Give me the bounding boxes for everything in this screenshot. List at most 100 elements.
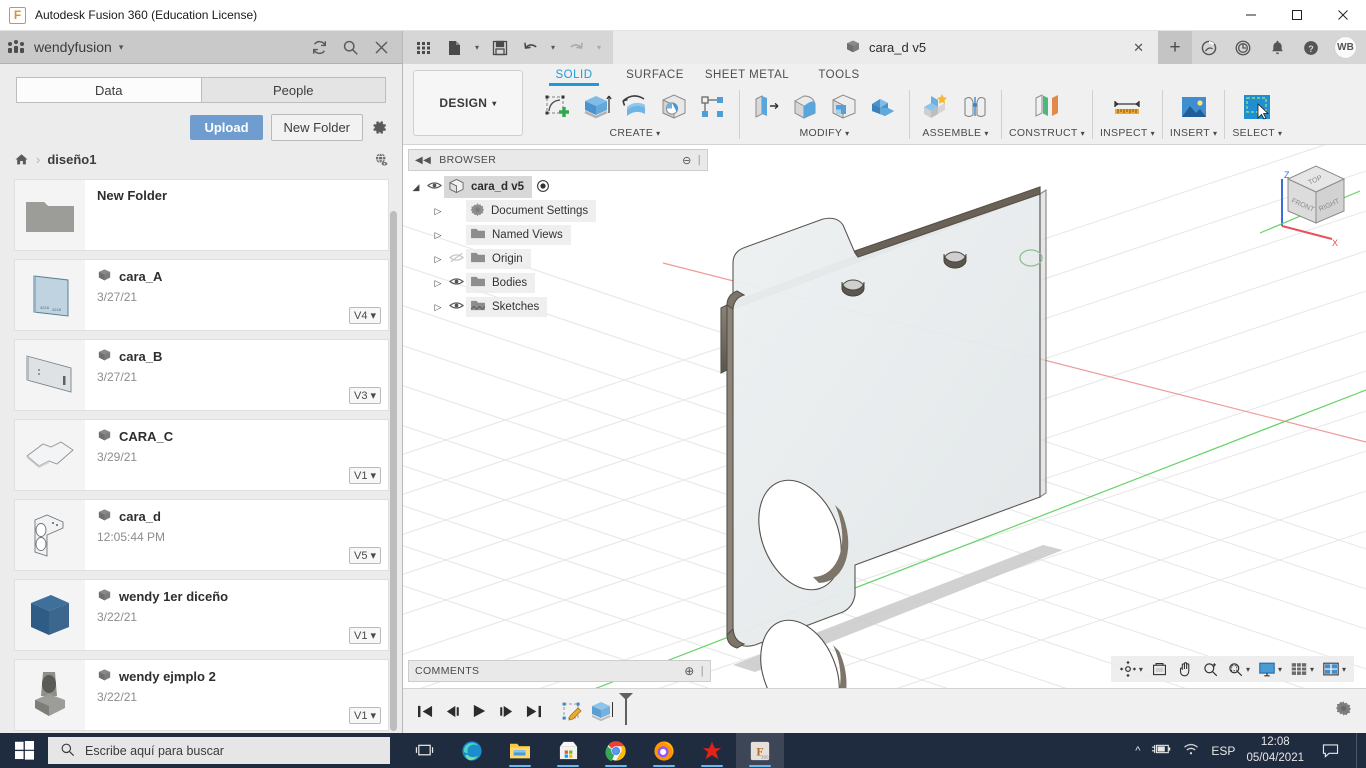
activate-component-radio[interactable]	[536, 179, 550, 196]
joint-icon[interactable]	[956, 88, 994, 126]
comments-bar[interactable]: COMMENTS ⊕ |	[408, 660, 711, 682]
collapse-icon[interactable]: ◀◀	[415, 155, 431, 166]
hub-name[interactable]: wendyfusion	[34, 39, 112, 55]
chevron-down-icon[interactable]: ▾	[469, 31, 485, 64]
visibility-eye-icon[interactable]	[446, 276, 466, 290]
firefox-icon[interactable]	[640, 733, 688, 768]
visibility-eye-icon[interactable]	[424, 180, 444, 194]
tree-node-label-bodies[interactable]: Bodies	[466, 273, 536, 293]
version-badge[interactable]: V5 ▾	[349, 547, 381, 564]
go-to-beginning-icon[interactable]	[417, 704, 434, 719]
hole-icon[interactable]	[655, 88, 693, 126]
fillet-icon[interactable]	[786, 88, 824, 126]
press-pull-icon[interactable]	[747, 88, 785, 126]
search-icon[interactable]	[342, 39, 359, 56]
combine-icon[interactable]	[864, 88, 902, 126]
file-list[interactable]: New Folder 4218 4218 cara_A 3/27/21 V4 ▾…	[0, 179, 403, 733]
tab-surface[interactable]: SURFACE	[613, 64, 697, 86]
shell-icon[interactable]	[825, 88, 863, 126]
version-badge[interactable]: V1 ▾	[349, 707, 381, 724]
chrome-icon[interactable]	[592, 733, 640, 768]
list-item[interactable]: wendy ejmplo 2 3/22/21 V1 ▾	[14, 659, 389, 731]
gear-icon[interactable]	[371, 119, 388, 136]
action-center-icon[interactable]	[1315, 743, 1345, 758]
zoom-window-icon[interactable]: ▾	[1224, 657, 1253, 681]
tree-node-label-document-settings[interactable]: Document Settings	[466, 200, 597, 222]
tab-sheet-metal[interactable]: SHEET METAL	[697, 64, 797, 86]
measure-icon[interactable]	[1108, 88, 1146, 126]
chevron-down-icon[interactable]: ▾	[1246, 665, 1250, 674]
new-folder-button[interactable]: New Folder	[270, 114, 363, 141]
chevron-down-icon[interactable]: ▾	[1342, 665, 1346, 674]
tree-node-label-root[interactable]: cara_d v5	[444, 176, 533, 198]
resize-grip[interactable]: |	[701, 665, 704, 677]
show-desktop-button[interactable]	[1356, 733, 1360, 768]
browser-header[interactable]: ◀◀ BROWSER ⊖ |	[408, 149, 708, 171]
minimize-browser-icon[interactable]: ⊖	[682, 154, 692, 167]
tab-solid[interactable]: SOLID	[535, 64, 613, 86]
microsoft-store-icon[interactable]	[544, 733, 592, 768]
pan-icon[interactable]	[1173, 657, 1197, 681]
chevron-down-icon[interactable]: ▾	[591, 31, 607, 64]
chevron-down-icon[interactable]: ▾	[119, 42, 124, 53]
home-icon[interactable]	[14, 152, 29, 167]
expand-arrow-icon[interactable]: ▷	[430, 206, 446, 217]
maximize-button[interactable]	[1274, 0, 1320, 31]
expand-arrow-icon[interactable]: ▷	[430, 254, 446, 265]
visibility-eye-off-icon[interactable]	[446, 252, 466, 266]
save-icon[interactable]	[485, 31, 515, 64]
autodesk-icon[interactable]	[688, 733, 736, 768]
play-icon[interactable]	[471, 703, 488, 719]
job-status-icon[interactable]	[1192, 31, 1226, 64]
edge-icon[interactable]	[448, 733, 496, 768]
step-back-icon[interactable]	[444, 704, 461, 719]
group-label-insert[interactable]: INSERT ▾	[1170, 127, 1217, 139]
look-at-icon[interactable]	[1148, 657, 1171, 681]
viewport-canvas[interactable]: ◀◀ BROWSER ⊖ | ◢ cara_d v5 ▷ Document Se…	[403, 145, 1366, 688]
task-view-icon[interactable]	[400, 733, 448, 768]
undo-icon[interactable]	[515, 31, 545, 64]
view-cube[interactable]: Z X TOP FRONT RIGHT	[1259, 151, 1361, 251]
tree-node-named-views[interactable]: ▷ Named Views	[408, 223, 708, 247]
group-label-assemble[interactable]: ASSEMBLE ▾	[922, 127, 988, 139]
language-indicator[interactable]: ESP	[1211, 744, 1235, 758]
upload-button[interactable]: Upload	[190, 115, 263, 140]
breadcrumb-folder[interactable]: diseño1	[47, 152, 96, 167]
list-item[interactable]: 4218 4218 cara_A 3/27/21 V4 ▾	[14, 259, 389, 331]
new-component-icon[interactable]	[917, 88, 955, 126]
extrude-feature-icon[interactable]	[588, 698, 616, 731]
list-item[interactable]: cara_B 3/27/21 V3 ▾	[14, 339, 389, 411]
list-item[interactable]: wendy 1er diceño 3/22/21 V1 ▾	[14, 579, 389, 651]
expand-arrow-icon[interactable]: ▷	[430, 302, 446, 313]
app-grid-icon[interactable]	[409, 31, 439, 64]
insert-mcmaster-icon[interactable]	[1175, 88, 1213, 126]
list-item[interactable]: New Folder	[14, 179, 389, 251]
version-badge[interactable]: V3 ▾	[349, 387, 381, 404]
expand-arrow-icon[interactable]: ▷	[430, 230, 446, 241]
offset-plane-icon[interactable]	[1028, 88, 1066, 126]
help-icon[interactable]: ?	[1294, 31, 1328, 64]
minimize-button[interactable]	[1228, 0, 1274, 31]
step-forward-icon[interactable]	[498, 704, 515, 719]
tab-data[interactable]: Data	[16, 77, 201, 103]
new-file-icon[interactable]	[439, 31, 469, 64]
version-badge[interactable]: V4 ▾	[349, 307, 381, 324]
chevron-down-icon[interactable]: ▾	[1310, 665, 1314, 674]
chevron-down-icon[interactable]: ▾	[1278, 665, 1282, 674]
workspace-switcher[interactable]: DESIGN ▾	[413, 70, 523, 136]
resize-grip[interactable]: |	[698, 154, 701, 166]
revolve-icon[interactable]	[616, 88, 654, 126]
tree-node-origin[interactable]: ▷ Origin	[408, 247, 708, 271]
notifications-icon[interactable]	[1260, 31, 1294, 64]
visibility-eye-icon[interactable]	[446, 300, 466, 314]
create-sketch-icon[interactable]	[538, 88, 576, 126]
expand-arrow-icon[interactable]: ◢	[408, 182, 424, 193]
list-item[interactable]: CARA_C 3/29/21 V1 ▾	[14, 419, 389, 491]
version-badge[interactable]: V1 ▾	[349, 627, 381, 644]
tab-tools[interactable]: TOOLS	[797, 64, 881, 86]
orbit-icon[interactable]: ▾	[1116, 657, 1146, 681]
close-button[interactable]	[1320, 0, 1366, 31]
new-tab-button[interactable]: +	[1158, 31, 1192, 64]
globe-eye-icon[interactable]	[373, 151, 390, 168]
clock[interactable]: 12:08 05/04/2021	[1246, 735, 1304, 766]
